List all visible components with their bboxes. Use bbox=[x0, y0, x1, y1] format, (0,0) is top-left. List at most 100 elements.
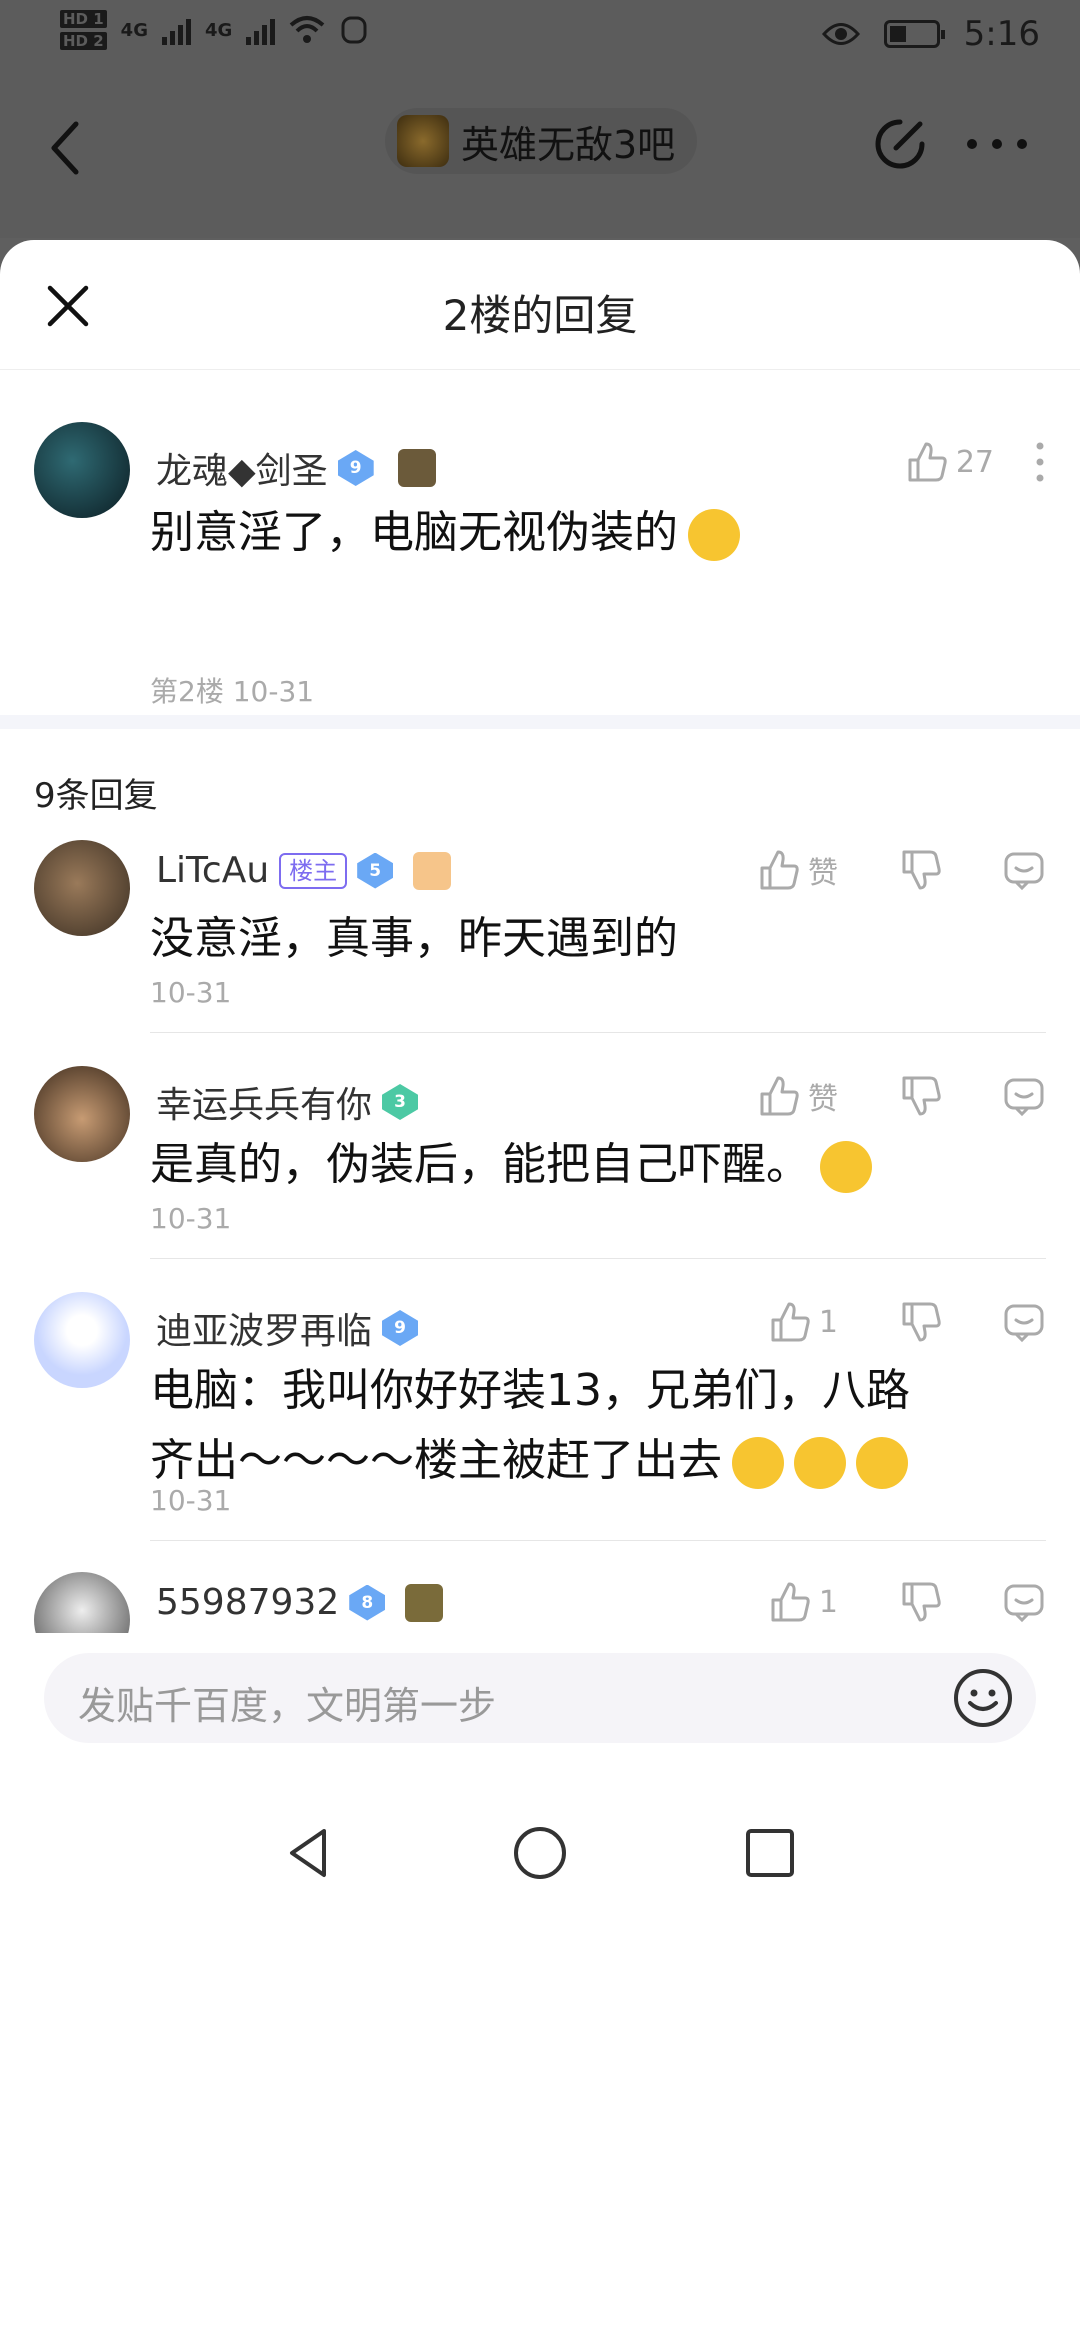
more-icon[interactable] bbox=[962, 132, 1032, 156]
post-author: 龙魂◆剑圣 9 bbox=[156, 442, 436, 494]
reply-count: 9条回复 bbox=[34, 776, 158, 816]
comment-icon[interactable] bbox=[1002, 1074, 1046, 1118]
comment-icon[interactable] bbox=[1002, 848, 1046, 892]
thumbs-up-icon bbox=[760, 850, 799, 890]
thumbs-down-icon[interactable] bbox=[898, 848, 942, 892]
post-text: 别意淫了，电脑无视伪装的 bbox=[150, 507, 678, 558]
input-placeholder: 发贴千百度，文明第一步 bbox=[78, 1684, 497, 1728]
edit-icon[interactable] bbox=[870, 114, 930, 174]
reply-text-line1: 电脑：我叫你好好装13，兄弟们，八路 bbox=[150, 1365, 910, 1416]
wifi-icon bbox=[289, 16, 325, 43]
level-badge: 9 bbox=[382, 1310, 419, 1346]
username[interactable]: 龙魂◆剑圣 bbox=[156, 442, 328, 494]
thumbs-down-icon[interactable] bbox=[898, 1580, 942, 1624]
avatar[interactable] bbox=[34, 1572, 130, 1633]
back-arrow-icon[interactable] bbox=[46, 118, 86, 178]
thumbs-up-icon bbox=[771, 1302, 810, 1342]
username[interactable]: 迪亚波罗再临 bbox=[156, 1302, 372, 1354]
reply-input[interactable]: 发贴千百度，文明第一步 bbox=[44, 1653, 1036, 1743]
level-badge: 9 bbox=[337, 450, 374, 486]
emoji-icon bbox=[856, 1437, 908, 1489]
avatar[interactable] bbox=[34, 1066, 130, 1162]
reply-item: 幸运兵兵有你 3 赞 是真的，伪装后，能把自己吓醒。 10-31 bbox=[0, 1066, 1080, 1292]
like-count: 27 bbox=[955, 444, 994, 480]
thumbs-up-icon bbox=[760, 1076, 799, 1116]
username[interactable]: 幸运兵兵有你 bbox=[156, 1076, 372, 1128]
sheet-header: 2楼的回复 bbox=[0, 240, 1080, 370]
like-label: 赞 bbox=[808, 856, 838, 891]
emoji-icon bbox=[794, 1437, 846, 1489]
nav-back-icon[interactable] bbox=[280, 1823, 340, 1883]
reply-content: 没意淫，真事，昨天遇到的 bbox=[150, 913, 678, 964]
like-button[interactable]: 27 bbox=[904, 440, 994, 484]
network2-label: 4G bbox=[204, 19, 233, 41]
reply-sheet: 2楼的回复 龙魂◆剑圣 9 27 别意淫了，电脑无视伪装的 第2楼 10-31 … bbox=[0, 240, 1080, 2340]
level-badge: 3 bbox=[382, 1084, 419, 1120]
reply-item: 55987932 8 1 bbox=[0, 1572, 1080, 1633]
top-nav: 英雄无敌3吧 bbox=[0, 78, 1080, 238]
emoji-icon bbox=[688, 509, 740, 561]
eye-icon bbox=[821, 23, 860, 45]
comment-icon[interactable] bbox=[1002, 1300, 1046, 1344]
avatar[interactable] bbox=[34, 1292, 130, 1388]
reply-text-line2-wrap: 齐出～～～～楼主被赶了出去 bbox=[150, 1426, 910, 1496]
username[interactable]: 55987932 bbox=[156, 1582, 339, 1623]
like-button[interactable]: 赞 bbox=[756, 848, 838, 892]
network1-label: 4G bbox=[120, 19, 148, 41]
divider bbox=[150, 1540, 1046, 1541]
like-button[interactable]: 1 bbox=[767, 1300, 838, 1344]
reply-item: LiTcAu 楼主 5 赞 没意淫，真事，昨天遇到的 10-31 bbox=[0, 840, 1080, 1066]
thumbs-down-icon[interactable] bbox=[898, 1300, 942, 1344]
thumbs-up-icon bbox=[771, 1582, 810, 1622]
composer-bar: 发贴千百度，文明第一步 bbox=[0, 1633, 1080, 1793]
like-button[interactable]: 1 bbox=[767, 1580, 838, 1624]
avatar[interactable] bbox=[34, 422, 130, 518]
avatar[interactable] bbox=[34, 840, 130, 936]
emoji-icon bbox=[820, 1141, 872, 1193]
nav-home-icon[interactable] bbox=[510, 1823, 570, 1883]
thumbs-up-icon bbox=[908, 442, 947, 482]
hand-icon bbox=[341, 16, 367, 44]
like-count: 1 bbox=[818, 1584, 838, 1620]
signal-icon bbox=[161, 15, 191, 45]
comment-icon[interactable] bbox=[1002, 1580, 1046, 1624]
emoji-icon bbox=[732, 1437, 784, 1489]
thumbs-down-icon[interactable] bbox=[898, 1074, 942, 1118]
system-nav-bar bbox=[0, 1793, 1080, 2340]
hd2-label: HD 2 bbox=[60, 32, 107, 50]
like-count: 1 bbox=[818, 1304, 838, 1340]
sheet-title: 2楼的回复 bbox=[442, 291, 638, 340]
medal-icon bbox=[397, 449, 436, 487]
nav-recents-icon[interactable] bbox=[740, 1823, 800, 1883]
forum-title-pill[interactable]: 英雄无敌3吧 bbox=[385, 108, 698, 174]
level-badge: 5 bbox=[357, 852, 394, 889]
reply-text-line2: 齐出～～～～楼主被赶了出去 bbox=[150, 1435, 722, 1486]
battery-icon bbox=[883, 20, 945, 48]
reply-author: 55987932 8 bbox=[156, 1582, 444, 1623]
hd1-label: HD 1 bbox=[60, 10, 107, 28]
level-badge: 8 bbox=[349, 1584, 386, 1621]
post-meta: 第2楼 10-31 bbox=[150, 675, 315, 708]
reply-text: 是真的，伪装后，能把自己吓醒。 bbox=[150, 1139, 810, 1190]
post-content: 别意淫了，电脑无视伪装的 bbox=[150, 498, 740, 568]
reply-date: 10-31 bbox=[150, 976, 232, 1009]
reply-author: LiTcAu 楼主 5 bbox=[156, 850, 452, 891]
like-label: 赞 bbox=[808, 1082, 838, 1117]
emoji-picker-icon[interactable] bbox=[952, 1667, 1014, 1729]
medal-icon bbox=[413, 851, 452, 890]
signal2-icon bbox=[246, 15, 276, 45]
status-bar: HD 1 HD 2 4G 4G 5:16 bbox=[0, 0, 1080, 78]
forum-name: 英雄无敌3吧 bbox=[461, 122, 676, 167]
medal-icon bbox=[405, 1583, 444, 1622]
username[interactable]: LiTcAu bbox=[156, 850, 269, 891]
main-post: 龙魂◆剑圣 9 27 别意淫了，电脑无视伪装的 第2楼 10-31 bbox=[0, 370, 1080, 715]
more-vertical-icon[interactable] bbox=[1034, 440, 1046, 484]
reply-date: 10-31 bbox=[150, 1484, 232, 1517]
section-divider bbox=[0, 715, 1080, 729]
like-button[interactable]: 赞 bbox=[756, 1074, 838, 1118]
clock: 5:16 bbox=[963, 14, 1040, 54]
reply-date: 10-31 bbox=[150, 1202, 232, 1235]
sim-indicator: HD 1 HD 2 bbox=[60, 10, 107, 50]
reply-content: 电脑：我叫你好好装13，兄弟们，八路 齐出～～～～楼主被赶了出去 bbox=[150, 1356, 910, 1496]
reply-content: 是真的，伪装后，能把自己吓醒。 bbox=[150, 1130, 872, 1200]
